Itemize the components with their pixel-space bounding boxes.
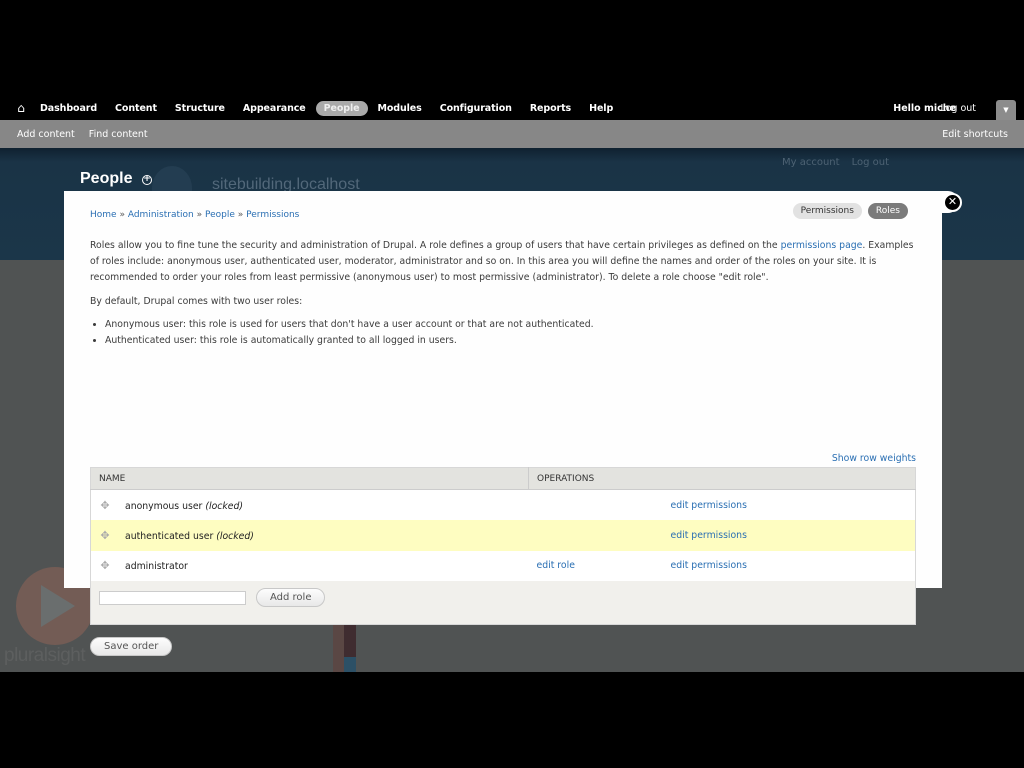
secondary-menu: My account Log out: [782, 157, 889, 168]
chevron-down-icon[interactable]: ▼: [996, 100, 1016, 120]
screen: sitebuilding.localhost My account Log ou…: [0, 96, 1024, 672]
play-icon: [41, 585, 75, 627]
toolbar-item-reports[interactable]: Reports: [522, 101, 579, 116]
add-shortcut-icon[interactable]: +: [142, 175, 152, 185]
shortcut-add-content[interactable]: Add content: [17, 129, 75, 140]
drag-handle-icon[interactable]: ✥: [99, 529, 111, 542]
default-roles-list: Anonymous user: this role is used for us…: [105, 317, 920, 349]
shortcut-find-content[interactable]: Find content: [89, 129, 148, 140]
drag-handle-icon[interactable]: ✥: [99, 559, 111, 572]
roles-table: NAME OPERATIONS ✥ anonymous user (locked)…: [90, 467, 916, 625]
column-header-name: NAME: [90, 467, 529, 490]
logout-link[interactable]: Log out: [940, 96, 976, 120]
toolbar-menu: Dashboard Content Structure Appearance P…: [32, 96, 623, 120]
default-roles-text: By default, Drupal comes with two user r…: [90, 296, 303, 307]
header-logout-link[interactable]: Log out: [852, 157, 889, 168]
edit-role-link[interactable]: edit role: [529, 560, 671, 571]
toolbar-item-modules[interactable]: Modules: [370, 101, 430, 116]
list-item: Anonymous user: this role is used for us…: [105, 317, 920, 333]
column-header-operations: OPERATIONS: [528, 467, 916, 490]
edit-permissions-link[interactable]: edit permissions: [671, 500, 747, 511]
toolbar-item-content[interactable]: Content: [107, 101, 165, 116]
breadcrumb-home[interactable]: Home: [90, 210, 117, 220]
breadcrumb-separator: »: [237, 210, 244, 220]
edit-permissions-link[interactable]: edit permissions: [671, 560, 747, 571]
page-title: People: [80, 170, 133, 187]
background-block: [344, 657, 356, 672]
home-icon[interactable]: ⌂: [14, 101, 28, 115]
breadcrumb-separator: »: [119, 210, 125, 220]
admin-toolbar: ⌂ Dashboard Content Structure Appearance…: [0, 96, 1024, 120]
drag-handle-icon[interactable]: ✥: [99, 499, 111, 512]
intro-text: Roles allow you to fine tune the securit…: [90, 240, 781, 251]
breadcrumb: Home » Administration » People » Permiss…: [90, 210, 299, 220]
watermark-text: pluralsight: [4, 645, 86, 666]
toolbar-item-help[interactable]: Help: [581, 101, 621, 116]
toolbar-item-configuration[interactable]: Configuration: [432, 101, 520, 116]
locked-label: (locked): [216, 530, 254, 542]
subtab-roles[interactable]: Roles: [867, 203, 908, 219]
toolbar-item-dashboard[interactable]: Dashboard: [32, 101, 105, 116]
toolbar-item-structure[interactable]: Structure: [167, 101, 233, 116]
hello-label: Hello: [893, 102, 924, 114]
help-text: Roles allow you to fine tune the securit…: [90, 238, 920, 349]
breadcrumb-administration[interactable]: Administration: [128, 210, 194, 220]
role-name: administrator: [125, 561, 188, 573]
close-icon[interactable]: ✕: [943, 193, 962, 212]
role-name: authenticated user: [125, 530, 214, 542]
intro-paragraph: Roles allow you to fine tune the securit…: [90, 238, 920, 286]
shortcuts-bar: Add content Find content Edit shortcuts: [0, 120, 1024, 148]
new-role-input[interactable]: [99, 590, 246, 605]
toolbar-item-appearance[interactable]: Appearance: [235, 101, 314, 116]
add-role-row: Add role: [90, 581, 916, 624]
breadcrumb-permissions[interactable]: Permissions: [246, 210, 299, 220]
subtab-permissions[interactable]: Permissions: [792, 203, 862, 219]
list-item: Authenticated user: this role is automat…: [105, 333, 920, 349]
breadcrumb-separator: »: [196, 210, 203, 220]
table-row: ✥ administrator edit role edit permissions: [90, 550, 916, 581]
overlay-dialog: Home » Administration » People » Permiss…: [64, 191, 942, 656]
save-order-button[interactable]: Save order: [90, 637, 173, 656]
secondary-tabs: Permissions Roles: [792, 203, 908, 219]
edit-shortcuts-link[interactable]: Edit shortcuts: [942, 120, 1008, 148]
table-row: ✥ authenticated user (locked) edit permis…: [90, 520, 916, 551]
table-row: ✥ anonymous user (locked) edit permission…: [90, 489, 916, 520]
edit-permissions-link[interactable]: edit permissions: [671, 530, 747, 541]
toolbar-item-people[interactable]: People: [315, 100, 368, 116]
permissions-page-link[interactable]: permissions page: [781, 240, 863, 251]
background-block: [333, 617, 344, 672]
locked-label: (locked): [205, 500, 244, 512]
breadcrumb-people[interactable]: People: [205, 210, 235, 220]
my-account-link[interactable]: My account: [782, 157, 840, 168]
show-row-weights-link[interactable]: Show row weights: [832, 453, 916, 464]
add-role-button[interactable]: Add role: [256, 588, 326, 607]
role-name: anonymous user: [125, 500, 203, 512]
